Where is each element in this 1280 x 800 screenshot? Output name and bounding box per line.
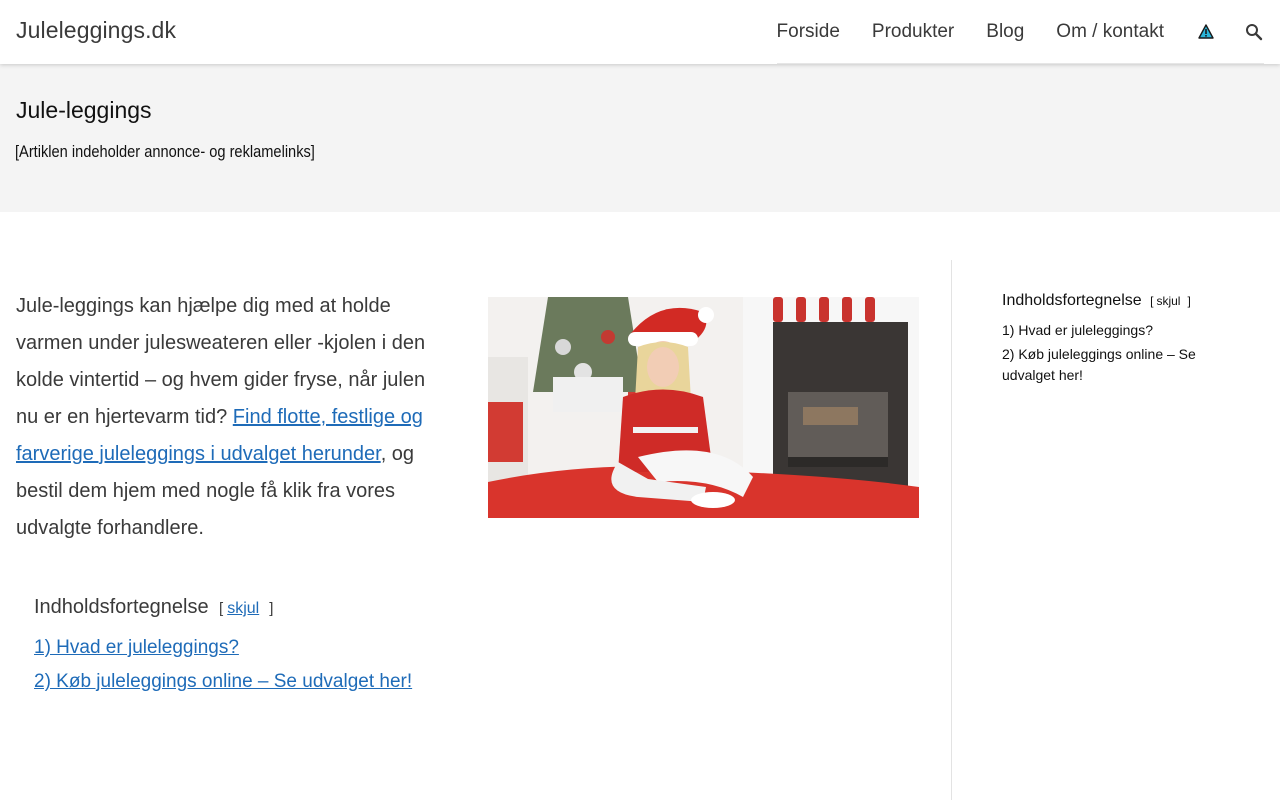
- toc-hide-toggle[interactable]: skjul: [227, 600, 259, 617]
- sidebar-toc-item: 1) Hvad er juleleggings?: [1002, 320, 1242, 341]
- sidebar-toc-link-hvad-er[interactable]: 1) Hvad er juleleggings?: [1002, 322, 1153, 338]
- hero-image-illustration: [488, 297, 919, 518]
- intro-paragraph: Jule-leggings kan hjælpe dig med at hold…: [16, 288, 446, 547]
- hero-image-christmas-leggings: [488, 297, 919, 518]
- search-icon[interactable]: [1244, 22, 1264, 42]
- sidebar-divider: [951, 260, 952, 800]
- sidebar-toc-header: Indholdsfortegnelse [skjul]: [1002, 292, 1242, 310]
- ad-disclaimer: [Artiklen indeholder annonce- og reklame…: [15, 142, 315, 161]
- table-of-contents: Indholdsfortegnelse [skjul] 1) Hvad er j…: [34, 596, 412, 705]
- nav-item-om-kontakt[interactable]: Om / kontakt: [1056, 21, 1164, 43]
- toc-bracket-close: ]: [269, 600, 274, 617]
- page-title: Jule-leggings: [16, 97, 152, 123]
- nav-item-produkter[interactable]: Produkter: [872, 21, 954, 43]
- nav-item-forside[interactable]: Forside: [777, 21, 840, 43]
- sidebar-toc-title: Indholdsfortegnelse: [1002, 292, 1142, 309]
- nav-item-blog[interactable]: Blog: [986, 21, 1024, 43]
- site-title-link[interactable]: Juleleggings.dk: [16, 17, 176, 44]
- main-content: Jule-leggings kan hjælpe dig med at hold…: [0, 212, 951, 800]
- toc-list: 1) Hvad er juleleggings? 2) Køb julelegg…: [34, 637, 412, 693]
- toc-bracket-open: [: [219, 600, 224, 617]
- toc-header: Indholdsfortegnelse [skjul]: [34, 596, 412, 619]
- toc-link-hvad-er[interactable]: 1) Hvad er juleleggings?: [34, 637, 239, 658]
- sidebar-toc-hide-toggle[interactable]: skjul: [1156, 294, 1180, 308]
- site-header: Juleleggings.dk Forside Produkter Blog O…: [0, 0, 1280, 64]
- toc-title: Indholdsfortegnelse: [34, 596, 209, 618]
- toc-link-koeb-online[interactable]: 2) Køb juleleggings online – Se udvalget…: [34, 671, 412, 692]
- warning-triangle-icon[interactable]: [1196, 22, 1216, 42]
- sidebar-toc-item: 2) Køb juleleggings online – Se udvalget…: [1002, 344, 1242, 386]
- sidebar-toc-bracket-open: [: [1150, 294, 1154, 308]
- page-header-band: Jule-leggings [Artiklen indeholder annon…: [0, 64, 1280, 212]
- main-nav: Forside Produkter Blog Om / kontakt: [776, 0, 1264, 64]
- sidebar-toc-list: 1) Hvad er juleleggings? 2) Køb julelegg…: [1002, 320, 1242, 386]
- sidebar-toc-link-koeb-online[interactable]: 2) Køb juleleggings online – Se udvalget…: [1002, 346, 1196, 383]
- sidebar-toc: Indholdsfortegnelse [skjul] 1) Hvad er j…: [1002, 292, 1242, 389]
- sidebar-toc-bracket-close: ]: [1187, 294, 1191, 308]
- toc-item: 2) Køb juleleggings online – Se udvalget…: [34, 671, 412, 693]
- toc-item: 1) Hvad er juleleggings?: [34, 637, 412, 659]
